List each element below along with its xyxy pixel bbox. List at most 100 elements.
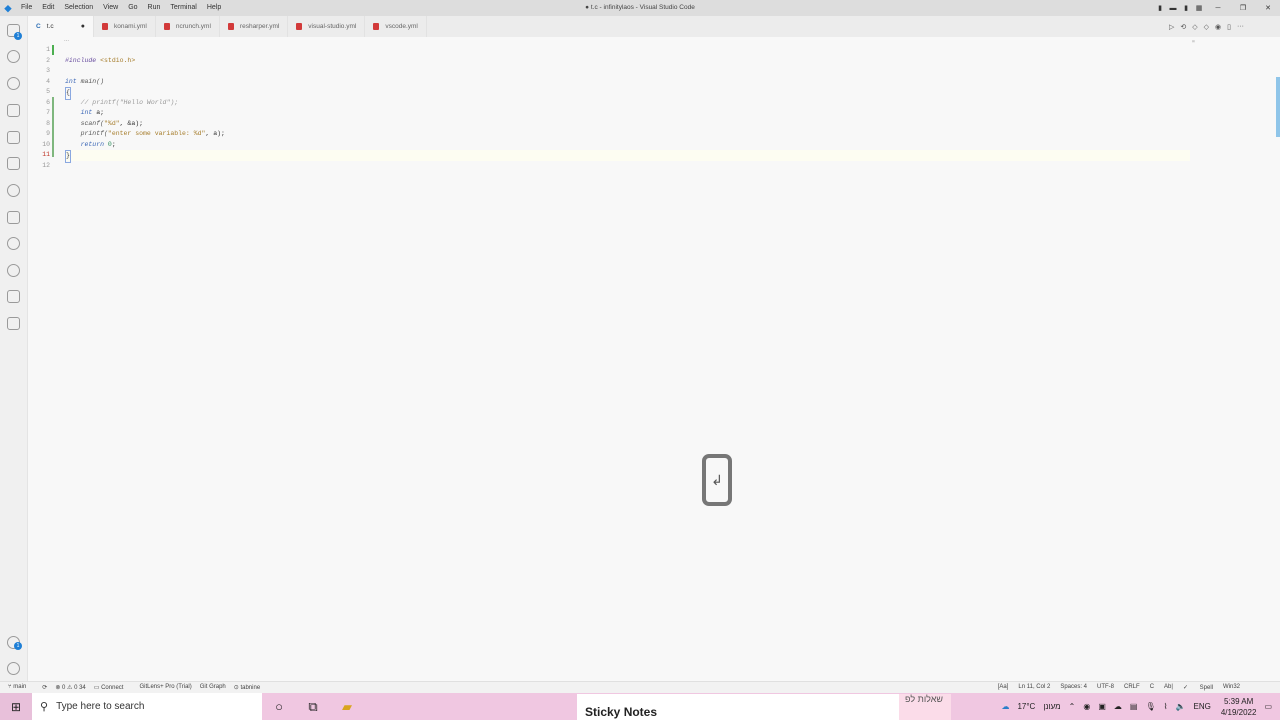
weather-label[interactable]: מעונן [1043,702,1060,711]
toggle-sidebar-icon[interactable]: ▮ [1154,4,1166,12]
menu-run[interactable]: Run [143,0,166,16]
microphone-icon[interactable]: 🎙 [1145,702,1155,711]
weather-icon[interactable]: ☁ [1001,702,1009,711]
customize-layout-icon[interactable]: ▦ [1193,4,1205,12]
onedrive-icon[interactable]: ☁ [1114,702,1122,711]
tab-t-c[interactable]: Ct.c ● [28,16,94,37]
run-debug-icon[interactable] [7,104,20,117]
maximize-button[interactable]: ❐ [1231,4,1255,12]
sql-icon[interactable] [7,290,20,303]
menu-file[interactable]: File [16,0,37,16]
code-line: #include <stdio.h> [65,56,136,64]
layers-icon[interactable] [7,317,20,330]
minimize-button[interactable]: ─ [1206,5,1230,12]
editor-tab-bar: Ct.c ● konami.yml ncrunch.yml resharper.… [28,16,1280,37]
source-control-icon[interactable] [7,77,20,90]
case-sensitive-indicator[interactable]: [Aa] [998,684,1009,691]
bookmarks-icon[interactable] [7,211,20,224]
cursor-position[interactable]: Ln 11, Col 2 [1018,684,1050,691]
tabnine-status[interactable]: ⊙ tabnine [234,684,268,691]
open-changes-icon[interactable]: ◇ [1204,23,1209,31]
toggle-panel-icon[interactable]: ▬ [1167,5,1179,12]
breadcrumb[interactable]: ... [64,37,69,43]
gitlens-icon[interactable] [7,184,20,197]
yaml-file-icon [102,23,108,30]
editor-actions: ▷ ⟲ ◇ ◇ ◉ ▯ ··· [1163,16,1244,37]
tab-konami-yml[interactable]: konami.yml [94,16,156,37]
sync-icon[interactable]: ⟳ [42,684,47,691]
code-content[interactable]: #include <stdio.h> int main() { // print… [65,45,1190,171]
encoding-indicator[interactable]: UTF-8 [1097,684,1114,691]
line-number: 12 [42,161,50,169]
search-icon[interactable] [7,50,20,63]
weather-temp[interactable]: 17°C [1017,702,1035,711]
git-change-marker[interactable] [52,45,54,55]
gitlens-status[interactable]: GitLens+ Pro (Trial) [139,684,191,691]
volume-icon[interactable]: 🔈 [1176,702,1186,711]
spell-abc-indicator[interactable]: Ab| [1164,684,1173,691]
tray-app-icon[interactable]: ◉ [1083,702,1090,711]
menu-view[interactable]: View [98,0,123,16]
split-editor-icon[interactable]: ▯ [1227,23,1231,31]
clock[interactable]: 5:39 AM 4/19/2022 [1221,696,1257,718]
github-icon[interactable] [7,237,20,250]
eol-indicator[interactable]: CRLF [1124,684,1140,691]
file-explorer-icon[interactable]: ▰ [330,699,364,715]
language-mode[interactable]: C [1150,684,1154,691]
go-back-icon[interactable]: ⟲ [1180,23,1186,31]
code-line: scanf("%d", &a); [80,119,144,127]
database-icon[interactable] [7,157,20,170]
problems-indicator[interactable]: ⊗ 0 ⚠ 0 34 [55,684,85,691]
gitlens-toggle-icon[interactable]: ◉ [1215,23,1221,31]
menu-help[interactable]: Help [202,0,226,16]
more-actions-icon[interactable]: ··· [1237,23,1244,30]
code-line: // printf("Hello World"); [65,98,179,106]
tab-resharper-yml[interactable]: resharper.yml [220,16,289,37]
close-button[interactable]: ✕ [1256,4,1280,12]
platform-indicator[interactable]: Win32 [1223,684,1240,691]
sticky-notes-window[interactable]: Sticky Notes [577,694,899,720]
spell-check-button[interactable]: ✓ Spell [1183,684,1213,691]
settings-gear-icon[interactable] [7,662,20,675]
enter-key-icon: ↲ [702,454,732,506]
compare-icon[interactable]: ◇ [1192,23,1197,31]
network-icon[interactable]: ⌇ [1164,702,1168,711]
menu-edit[interactable]: Edit [37,0,59,16]
tab-ncrunch-yml[interactable]: ncrunch.yml [156,16,220,37]
notifications-icon[interactable]: ▭ [1264,702,1272,711]
git-change-marker[interactable] [52,97,54,157]
input-language[interactable]: ENG [1194,702,1211,711]
menu-terminal[interactable]: Terminal [165,0,201,16]
line-number: 8 [46,119,50,127]
line-number: 3 [46,67,50,74]
start-button[interactable]: ⊞ [0,693,32,720]
tab-label: konami.yml [114,23,147,30]
overview-ruler[interactable] [1276,77,1280,137]
editor-area[interactable]: ... 1 2 3 4 5 6 7 8 9 10 11 12 #include … [28,37,1280,681]
branch-indicator[interactable]: ⑂ main [8,684,34,691]
minimap[interactable]: ▤ [1192,39,1272,53]
menu-go[interactable]: Go [123,0,142,16]
tab-vscode-yml[interactable]: vscode.yml [365,16,427,37]
taskbar-app-hebrew[interactable]: שאלות לפ [899,694,951,720]
connect-button[interactable]: ▭ Connect [94,684,132,691]
show-hidden-icons-icon[interactable]: ⌃ [1069,702,1076,711]
tab-visual-studio-yml[interactable]: visual-studio.yml [288,16,366,37]
tray-app-icon[interactable]: ▤ [1130,702,1138,711]
run-icon[interactable]: ▷ [1169,23,1174,31]
git-graph-button[interactable]: Git Graph [200,684,226,691]
line-number: 10 [42,140,50,148]
modified-dot-icon[interactable]: ● [81,23,85,30]
extensions-icon[interactable] [7,131,20,144]
menu-selection[interactable]: Selection [59,0,98,16]
task-view-icon[interactable]: ⧉ [296,699,330,715]
tray-app-icon[interactable]: ▣ [1098,702,1106,711]
taskbar-search-box[interactable]: ⚲ Type here to search [32,693,262,720]
yaml-file-icon [227,23,234,30]
timeline-icon[interactable] [7,264,20,277]
indentation-indicator[interactable]: Spaces: 4 [1060,684,1087,691]
cortana-icon[interactable]: ○ [262,699,296,714]
toggle-secondary-sidebar-icon[interactable]: ▮ [1180,4,1192,12]
